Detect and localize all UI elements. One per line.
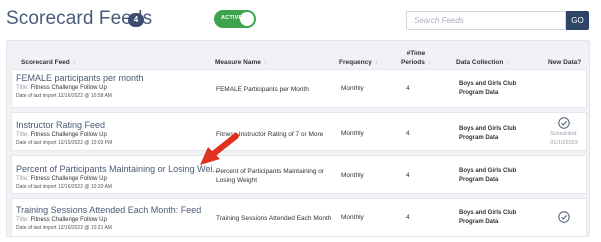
col-header-collection[interactable]: Data Collection ↕ [456,58,509,68]
col-header-frequency[interactable]: Frequency ↕ [339,58,378,68]
table-row[interactable]: FEMALE participants per month Title: Fit… [11,69,587,108]
feed-title: Title: Fitness Challenge Follow Up [16,176,107,182]
data-collection: Boys and Girls Club Program Data [459,81,517,96]
page-header: Scorecard Feeds 4 ACTIVE GO [0,0,601,38]
last-import-date: Date of last import 12/16/2022 @ 10:58 A… [16,93,112,99]
frequency: Monthly [341,172,364,179]
feed-title: Title: Fitness Challenge Follow Up [16,217,107,223]
search-feeds-input[interactable] [406,11,566,30]
data-collection: Boys and Girls Club Program Data [459,126,517,141]
sort-icon: ↕ [374,60,378,66]
scheduled-label: Scheduled: [550,131,578,137]
measure-name: Training Sessions Attended Each Month [216,215,332,222]
feed-name-link[interactable]: FEMALE participants per month [16,73,144,83]
time-periods: 4 [406,172,410,179]
data-collection: Boys and Girls Club Program Data [459,210,517,225]
time-periods: 4 [406,214,410,221]
last-import-date: Date of last import 12/16/2022 @ 10:21 A… [16,225,112,231]
measure-name: Percent of Participants Maintaining or Lo… [216,168,325,184]
time-periods: 4 [406,85,410,92]
time-periods: 4 [406,130,410,137]
frequency: Monthly [341,214,364,221]
new-data-cell [544,211,584,223]
active-toggle[interactable]: ACTIVE [214,10,256,28]
feed-name-link[interactable]: Training Sessions Attended Each Month: F… [16,205,201,215]
feed-name-link[interactable]: Percent of Participants Maintaining or L… [16,164,220,174]
last-import-date: Date of last import 12/15/2022 @ 10:03 P… [16,140,113,146]
sort-icon: ↕ [263,60,267,66]
table-row[interactable]: Instructor Rating Feed Title: Fitness Ch… [11,112,587,151]
new-data-cell: Scheduled: 01/10/2023 [544,117,584,147]
scorecard-feeds-table: Scorecard Feed ↕ Measure Name ↕ Frequency ↕… [6,40,590,237]
table-row[interactable]: Percent of Participants Maintaining or L… [11,155,587,194]
col-header-feed[interactable]: Scorecard Feed ↕ [21,58,76,68]
table-row[interactable]: Training Sessions Attended Each Month: F… [11,198,587,237]
col-header-measure[interactable]: Measure Name ↕ [215,58,267,68]
toggle-knob [240,12,254,26]
col-header-newdata: New Data? [548,59,582,66]
sort-icon: ↕ [72,60,76,66]
feed-count-badge: 4 [128,13,144,27]
check-circle-icon [558,117,570,129]
red-arrow-annotation [200,133,239,165]
frequency: Monthly [341,85,364,92]
sort-icon: ↕ [506,60,510,66]
feed-title: Title: Fitness Challenge Follow Up [16,132,107,138]
sort-icon: ↕ [427,60,431,66]
frequency: Monthly [341,130,364,137]
measure-name: FEMALE Participants per Month [216,86,309,93]
last-import-date: Date of last import 12/16/2022 @ 10:20 A… [16,184,112,190]
feed-name-link[interactable]: Instructor Rating Feed [16,120,105,130]
data-collection: Boys and Girls Club Program Data [459,168,517,183]
feed-title: Title: Fitness Challenge Follow Up [16,85,107,91]
go-button[interactable]: GO [566,11,589,30]
scheduled-date: 01/10/2023 [550,140,578,146]
check-circle-icon [558,211,570,223]
col-header-periods[interactable]: #Time Periods ↕ [401,49,431,68]
